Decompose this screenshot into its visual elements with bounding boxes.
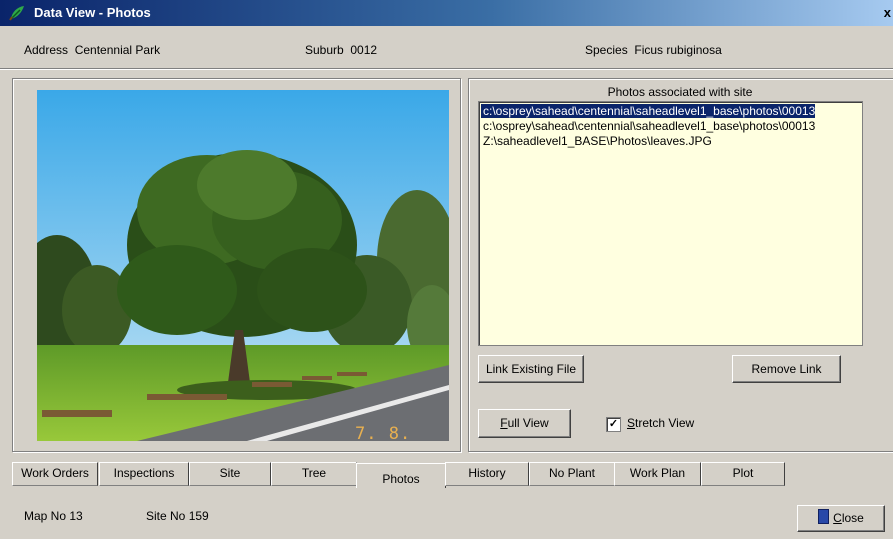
- window-close-icon[interactable]: x: [884, 5, 891, 20]
- photos-list-caption: Photos associated with site: [607, 85, 753, 99]
- species-info: Species Ficus rubiginosa: [585, 43, 722, 57]
- tab-site[interactable]: Site: [189, 462, 271, 486]
- photo-list-item[interactable]: c:\osprey\sahead\centennial\saheadlevel1…: [481, 119, 815, 133]
- full-view-mnemonic: F: [500, 416, 508, 430]
- close-label: lose: [841, 511, 864, 525]
- photos-listbox[interactable]: c:\osprey\sahead\centennial\saheadlevel1…: [478, 101, 863, 346]
- suburb-info: Suburb 0012: [305, 43, 377, 57]
- site-number: Site No 159: [146, 509, 209, 523]
- tab-photos[interactable]: Photos: [356, 463, 446, 488]
- link-existing-file-button[interactable]: Link Existing File: [478, 355, 584, 383]
- full-view-label: ull View: [507, 416, 549, 430]
- tree-photo-image: [37, 90, 449, 441]
- app-leaf-icon: [9, 6, 24, 21]
- stretch-view-mnemonic: S: [627, 416, 636, 430]
- stretch-view-label[interactable]: Stretch View: [627, 416, 694, 430]
- close-button[interactable]: Close: [797, 505, 885, 532]
- site-label: Site No: [146, 509, 186, 523]
- tab-work-plan[interactable]: Work Plan: [614, 462, 701, 486]
- photo-list-item[interactable]: c:\osprey\sahead\centennial\saheadlevel1…: [481, 104, 816, 118]
- stretch-view-text: tretch View: [635, 416, 695, 430]
- tab-tree[interactable]: Tree: [271, 462, 357, 486]
- suburb-label: Suburb: [305, 43, 344, 57]
- tab-plot[interactable]: Plot: [701, 462, 785, 486]
- map-label: Map No: [24, 509, 67, 523]
- door-icon: [818, 509, 830, 524]
- map-number: Map No 13: [24, 509, 83, 523]
- tab-inspections[interactable]: Inspections: [99, 462, 189, 486]
- address-value: Centennial Park: [74, 43, 161, 57]
- photo-list-item[interactable]: Z:\saheadlevel1_BASE\Photos\leaves.JPG: [481, 134, 712, 148]
- suburb-value: 0012: [350, 43, 378, 57]
- header-divider: [0, 68, 893, 70]
- site-value: 159: [188, 509, 209, 523]
- tab-work-orders[interactable]: Work Orders: [12, 462, 98, 486]
- species-label: Species: [585, 43, 628, 57]
- site-photo: 7. 8. 2001: [37, 90, 449, 441]
- stretch-view-checkbox[interactable]: ✓: [606, 417, 621, 432]
- close-mnemonic: C: [833, 511, 842, 525]
- photo-date-stamp: 7. 8. 2001: [355, 424, 412, 441]
- tab-history[interactable]: History: [445, 462, 529, 486]
- map-value: 13: [69, 509, 83, 523]
- remove-link-button[interactable]: Remove Link: [732, 355, 841, 383]
- address-info: Address Centennial Park: [24, 43, 160, 57]
- species-value: Ficus rubiginosa: [634, 43, 722, 57]
- full-view-button[interactable]: Full View: [478, 409, 571, 438]
- address-label: Address: [24, 43, 69, 57]
- title-bar: Data View - Photos x: [0, 0, 893, 26]
- window-title: Data View - Photos: [34, 5, 151, 20]
- tab-no-plant[interactable]: No Plant: [529, 462, 615, 486]
